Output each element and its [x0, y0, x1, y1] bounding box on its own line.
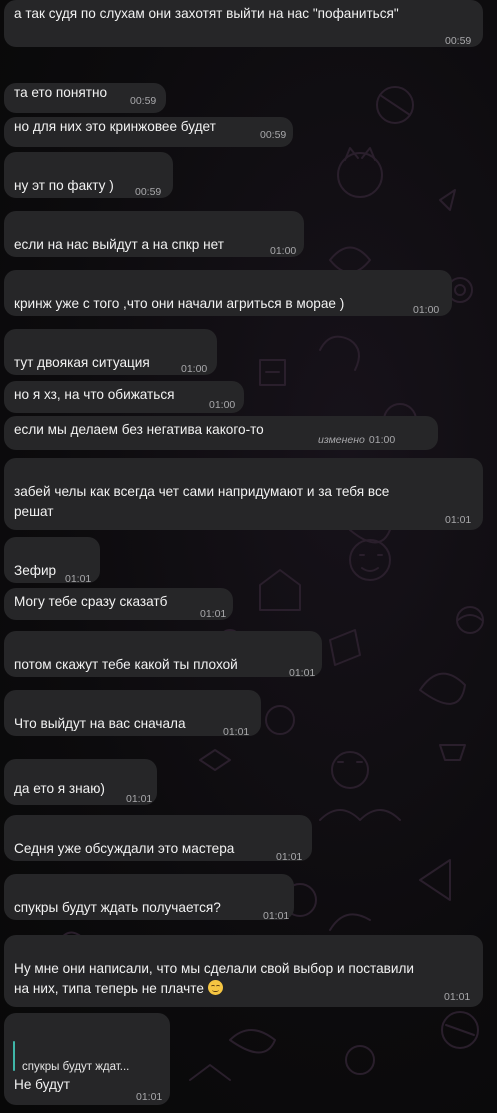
message-time: 00:59: [445, 35, 472, 47]
message-text-content: забей челы как всегда чет сами напридума…: [14, 484, 390, 519]
message-bubble[interactable]: кринж уже с того ,что они начали агритьс…: [4, 270, 452, 316]
smiling-face-emoji-icon: [207, 980, 223, 995]
message-text-content: если мы делаем без негатива какого-то: [14, 422, 264, 437]
message-text-content: если на нас выйдут а на спкр нет: [14, 237, 224, 252]
message-timestamp: изменено 01:00: [318, 430, 395, 450]
message-bubble[interactable]: Седня уже обсуждали это мастера 01:01: [4, 815, 312, 863]
message-bubble[interactable]: Зефир 01:01: [4, 537, 100, 585]
message-text-content: Что выйдут на вас сначала: [14, 716, 186, 731]
message-timestamp: 01:00: [270, 241, 296, 261]
message-timestamp: 01:01: [200, 604, 226, 624]
message-text-content: та ето понятно: [14, 85, 108, 100]
message-time: 01:00: [413, 304, 440, 316]
message-bubble[interactable]: а так судя по слухам они захотят выйти н…: [4, 0, 483, 47]
message-time: 01:00: [181, 363, 208, 375]
message-text: потом скажут тебе какой ты плохой: [14, 655, 238, 675]
message-text-content: Зефир: [14, 563, 57, 578]
message-bubble[interactable]: Могу тебе сразу сказатб 01:01: [4, 588, 233, 620]
message-bubble[interactable]: да ето я знаю) 01:01: [4, 759, 157, 805]
message-text-content: да ето я знаю): [14, 781, 105, 796]
message-timestamp: 01:00: [181, 359, 207, 379]
message-timestamp: 00:59: [135, 182, 161, 202]
message-time: 01:01: [136, 1091, 163, 1103]
message-text-content: спукры будут ждать получается?: [14, 900, 221, 915]
message-time: 01:00: [270, 245, 297, 257]
reply-quote-text[interactable]: спукры будут ждат...: [22, 1057, 129, 1077]
message-timestamp: 01:01: [65, 569, 91, 589]
message-text: кринж уже с того ,что они начали агритьс…: [14, 294, 344, 314]
message-text: Не будут: [14, 1075, 110, 1095]
edited-label: изменено: [318, 434, 365, 446]
message-bubble[interactable]: потом скажут тебе какой ты плохой 01:01: [4, 631, 322, 679]
message-text-content: Седня уже обсуждали это мастера: [14, 841, 235, 856]
message-timestamp: 01:01: [444, 987, 470, 1007]
message-text: забей челы как всегда чет сами напридума…: [14, 482, 423, 522]
message-bubble[interactable]: Ну мне они написали, что мы сделали свой…: [4, 935, 483, 1007]
message-text-content: но для них это кринжовее будет: [14, 119, 216, 134]
message-time: 01:01: [444, 991, 471, 1003]
message-timestamp: 01:01: [289, 663, 315, 683]
message-timestamp: 01:01: [276, 847, 302, 867]
message-bubble[interactable]: но я хз, на что обижаться 01:00: [4, 381, 244, 413]
message-time: 01:01: [263, 910, 290, 922]
message-time: 00:59: [260, 129, 287, 141]
message-timestamp: 01:01: [445, 510, 471, 530]
message-text: а так судя по слухам они захотят выйти н…: [14, 4, 399, 24]
message-bubble[interactable]: если на нас выйдут а на спкр нет 01:00: [4, 211, 304, 257]
message-timestamp: 00:59: [445, 31, 471, 51]
message-time: 01:01: [200, 608, 227, 620]
message-bubble[interactable]: Что выйдут на вас сначала 01:01: [4, 690, 261, 738]
message-time: 01:01: [445, 514, 472, 526]
message-text-content: кринж уже с того ,что они начали агритьс…: [14, 296, 345, 311]
message-text-content: ну эт по факту ): [14, 178, 114, 193]
message-text: если мы делаем без негатива какого-то: [14, 420, 264, 440]
message-time: 01:01: [126, 793, 153, 805]
message-timestamp: 00:59: [130, 91, 156, 111]
chat-area[interactable]: а так судя по слухам они захотят выйти н…: [0, 0, 497, 1113]
message-bubble[interactable]: ну эт по факту ) 00:59: [4, 152, 173, 198]
message-timestamp: 01:01: [126, 789, 152, 809]
message-bubble[interactable]: но для них это кринжовее будет 00:59: [4, 117, 293, 147]
message-timestamp: 01:01: [223, 722, 249, 742]
message-text: если на нас выйдут а на спкр нет: [14, 235, 224, 255]
message-text-content: потом скажут тебе какой ты плохой: [14, 657, 238, 672]
message-bubble[interactable]: тут двоякая ситуация 01:00: [4, 329, 217, 375]
message-text-content: Могу тебе сразу сказатб: [14, 594, 168, 609]
message-text: Седня уже обсуждали это мастера: [14, 839, 234, 859]
message-text: но для них это кринжовее будет: [14, 117, 216, 137]
message-text: Что выйдут на вас сначала: [14, 714, 186, 734]
message-time: 01:01: [65, 573, 92, 585]
message-time: 00:59: [135, 186, 162, 198]
message-text: ну эт по факту ): [14, 176, 114, 196]
message-time: 01:00: [209, 399, 236, 411]
message-text: тут двоякая ситуация: [14, 353, 150, 373]
message-timestamp: 01:01: [263, 906, 289, 926]
message-text: Зефир: [14, 561, 56, 581]
message-time: 01:01: [223, 726, 250, 738]
message-bubble[interactable]: забей челы как всегда чет сами напридума…: [4, 458, 483, 530]
message-text: та ето понятно: [14, 83, 107, 103]
message-time: 01:01: [276, 851, 303, 863]
message-time: 01:00: [368, 434, 396, 446]
message-time: 00:59: [130, 95, 157, 107]
message-bubble[interactable]: та ето понятно 00:59: [4, 83, 166, 113]
message-text: да ето я знаю): [14, 779, 105, 799]
message-timestamp: 01:00: [209, 395, 235, 415]
message-text-content: но я хз, на что обижаться: [14, 387, 175, 402]
message-text-content: а так судя по слухам они захотят выйти н…: [14, 6, 399, 21]
message-bubble[interactable]: если мы делаем без негатива какого-то изм…: [4, 416, 438, 450]
message-bubble[interactable]: спукры будут ждать получается? 01:01: [4, 874, 294, 922]
message-time: 01:01: [289, 667, 316, 679]
message-text-content: Не будут: [14, 1077, 70, 1092]
message-text: но я хз, на что обижаться: [14, 385, 175, 405]
message-text: Могу тебе сразу сказатб: [14, 592, 167, 612]
reply-quote-bar: [13, 1041, 15, 1071]
message-bubble[interactable]: спукры будут ждат... Не будут 01:01: [4, 1013, 170, 1105]
message-timestamp: 00:59: [260, 125, 286, 145]
message-timestamp: 01:00: [413, 300, 439, 320]
message-text: Ну мне они написали, что мы сделали свой…: [14, 959, 423, 999]
message-text-content: тут двоякая ситуация: [14, 355, 150, 370]
message-timestamp: 01:01: [136, 1087, 162, 1107]
message-text: спукры будут ждать получается?: [14, 898, 221, 918]
